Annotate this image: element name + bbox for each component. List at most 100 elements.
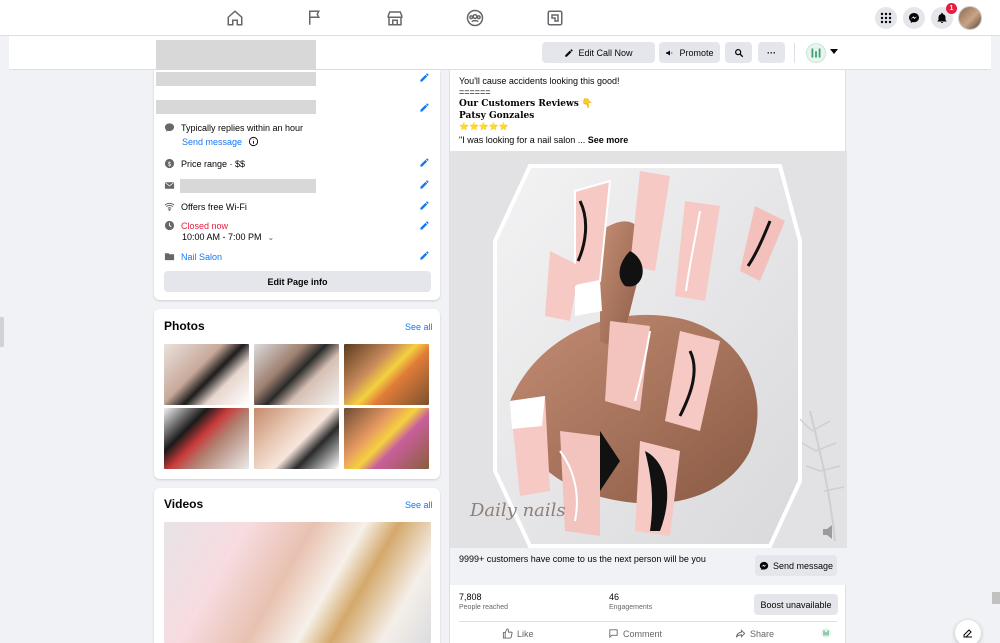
speech-bubble-icon	[164, 122, 175, 133]
home-icon[interactable]	[226, 9, 244, 27]
edit-pencil-icon[interactable]	[419, 102, 430, 113]
closed-now-text: Closed now	[181, 220, 229, 231]
messenger-icon	[909, 13, 919, 23]
promote-button[interactable]: Promote	[659, 42, 720, 63]
page-avatar-small[interactable]	[821, 628, 831, 638]
folder-icon	[164, 251, 175, 262]
notification-badge: 1	[946, 3, 957, 14]
post-line: ======	[459, 87, 491, 97]
price-range-row: $ Price range · $$	[164, 158, 245, 169]
share-button[interactable]: Share	[735, 628, 774, 639]
edit-page-info-button[interactable]: Edit Page info	[164, 271, 431, 292]
notifications-button[interactable]: 1	[931, 3, 957, 29]
chevron-down-icon[interactable]: ⌄	[268, 233, 275, 242]
edit-pencil-icon[interactable]	[419, 250, 430, 261]
post-heading: Our Customers Reviews 👇	[459, 99, 594, 109]
post-card: You'll cause accidents looking this good…	[449, 70, 847, 643]
post-excerpt-line: "I was looking for a nail salon ... See …	[459, 135, 628, 145]
people-reached-label: People reached	[459, 604, 509, 611]
send-message-link[interactable]: Send message	[182, 137, 242, 147]
comment-button[interactable]: Comment	[608, 628, 662, 639]
post-reviewer: Patsy Gonzales	[459, 111, 535, 121]
share-icon	[735, 629, 746, 638]
messenger-icon	[759, 561, 769, 570]
info-icon[interactable]	[248, 136, 259, 147]
flag-icon[interactable]	[306, 9, 324, 27]
chevron-down-icon[interactable]	[830, 49, 838, 54]
call-to-action-bar: 9999+ customers have come to us the next…	[450, 548, 847, 585]
megaphone-icon	[666, 50, 673, 55]
dollar-icon: $	[164, 158, 175, 169]
gaming-icon[interactable]	[546, 9, 564, 27]
edit-call-now-button[interactable]: Edit Call Now	[542, 42, 655, 63]
videos-see-all-link[interactable]: See all	[405, 500, 433, 510]
video-thumbnail[interactable]	[164, 522, 431, 643]
engagements-label: Engagements	[609, 604, 653, 611]
like-button[interactable]: Like	[502, 628, 534, 639]
pencil-icon	[565, 48, 574, 57]
menu-grid-button[interactable]	[875, 7, 897, 29]
bell-icon	[937, 12, 947, 23]
thumbs-up-icon	[502, 628, 513, 639]
photos-title: Photos	[164, 319, 205, 333]
photo-thumbnail[interactable]	[344, 344, 429, 405]
page-avatar[interactable]	[806, 43, 826, 63]
edit-pencil-icon[interactable]	[419, 220, 430, 231]
category-row: Nail Salon	[164, 251, 222, 262]
see-more-link[interactable]: See more	[588, 135, 629, 145]
redacted-info	[156, 72, 316, 86]
edit-pencil-icon[interactable]	[419, 157, 430, 168]
edit-pencil-icon[interactable]	[419, 72, 430, 83]
marketplace-icon[interactable]	[386, 9, 404, 27]
top-navigation-bar: 1	[0, 0, 1000, 36]
new-message-button[interactable]	[955, 620, 981, 643]
promote-label: Promote	[679, 47, 714, 58]
more-icon: ···	[767, 47, 776, 58]
scrollbar-thumb[interactable]	[992, 592, 1000, 604]
grid-icon	[880, 12, 892, 24]
redacted-info	[156, 40, 316, 70]
profile-avatar[interactable]	[958, 6, 982, 30]
redacted-info	[180, 179, 316, 193]
send-message-row: Send message	[182, 136, 259, 147]
edit-pencil-icon[interactable]	[419, 179, 430, 190]
page-logo-icon	[823, 630, 829, 636]
watermark-text: Daily nails	[469, 500, 566, 521]
send-message-button[interactable]: Send message	[755, 555, 837, 576]
edit-pencil-icon[interactable]	[419, 200, 430, 211]
groups-icon[interactable]	[466, 9, 484, 27]
boost-unavailable-button[interactable]: Boost unavailable	[754, 594, 838, 615]
divider	[794, 43, 795, 63]
hours-row[interactable]: 10:00 AM - 7:00 PM ⌄	[182, 232, 274, 242]
search-button[interactable]	[725, 42, 752, 63]
email-row	[164, 180, 175, 191]
photo-thumbnail[interactable]	[254, 408, 339, 469]
photos-see-all-link[interactable]: See all	[405, 322, 433, 332]
photo-thumbnail[interactable]	[254, 344, 339, 405]
more-options-button[interactable]: ···	[758, 42, 785, 63]
share-label: Share	[750, 628, 775, 639]
comment-label: Comment	[623, 628, 663, 639]
left-edge-handle[interactable]	[0, 317, 4, 347]
envelope-icon	[164, 180, 175, 191]
post-image[interactable]: Daily nails	[450, 151, 847, 548]
hours-text: 10:00 AM - 7:00 PM	[182, 232, 262, 242]
photo-thumbnail[interactable]	[164, 408, 249, 469]
typically-replies-text: Typically replies within an hour	[181, 122, 304, 133]
photo-thumbnail[interactable]	[164, 344, 249, 405]
svg-text:$: $	[167, 160, 171, 168]
edit-call-now-label: Edit Call Now	[578, 47, 633, 58]
hours-status-row: Closed now	[164, 220, 228, 231]
response-time-row: Typically replies within an hour	[164, 122, 303, 133]
cta-text: 9999+ customers have come to us the next…	[459, 554, 706, 564]
category-link[interactable]: Nail Salon	[181, 252, 222, 262]
page-logo-icon	[811, 48, 821, 58]
nail-art-illustration: Daily nails	[450, 151, 847, 548]
send-message-label: Send message	[772, 560, 834, 571]
rating-stars: ⭐⭐⭐⭐⭐	[459, 122, 509, 131]
wifi-icon	[164, 201, 175, 212]
compose-icon	[963, 629, 972, 638]
messenger-button[interactable]	[903, 7, 925, 29]
divider	[459, 621, 837, 622]
photo-thumbnail[interactable]	[344, 408, 429, 469]
